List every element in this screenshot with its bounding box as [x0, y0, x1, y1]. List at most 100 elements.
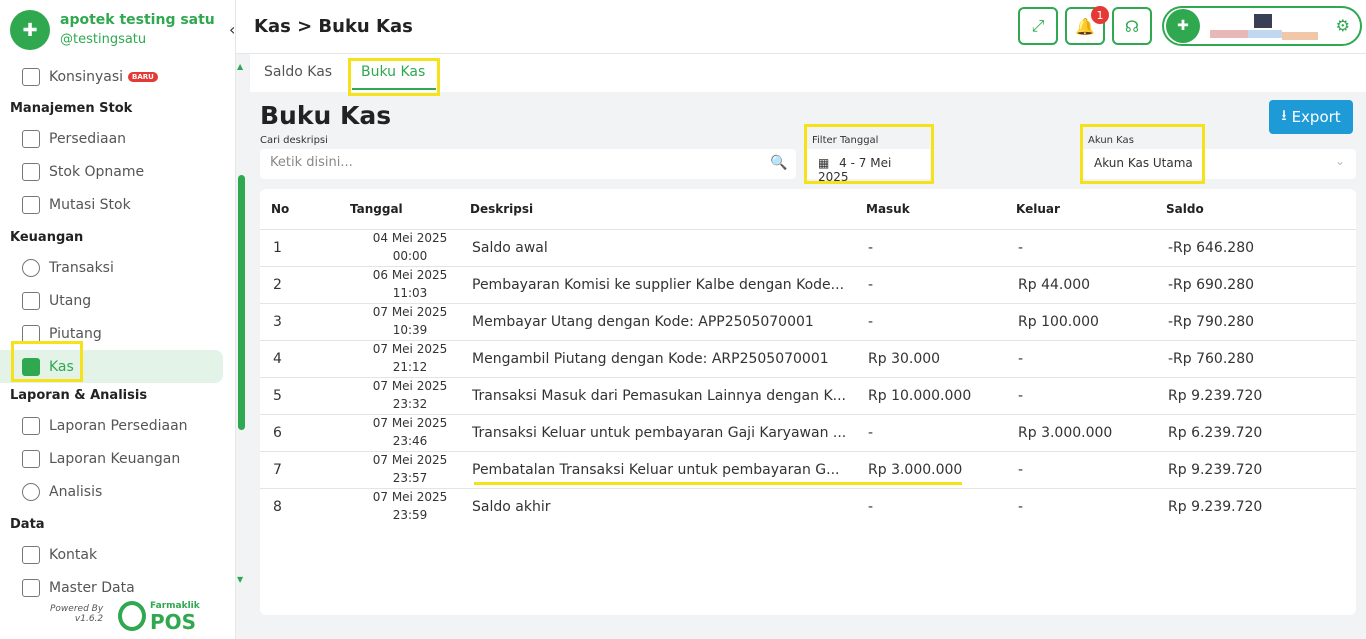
- cell-masuk: Rp 10.000.000: [868, 388, 972, 404]
- notification-button[interactable]: 🔔 1: [1065, 6, 1109, 45]
- cell-keluar: -: [1018, 499, 1024, 515]
- sidebar-item-label: Konsinyasi: [49, 69, 124, 85]
- column-header-masuk: Masuk: [866, 202, 910, 216]
- sidebar-item-label: Transaksi: [49, 259, 114, 276]
- cell-no: 8: [273, 499, 282, 515]
- cashbook-table: No Tanggal Deskripsi Masuk Keluar Saldo …: [260, 189, 1356, 615]
- cell-saldo: -Rp 760.280: [1168, 351, 1255, 367]
- sidebar-item-konsinyasi[interactable]: Konsinyasi BARU: [0, 62, 236, 92]
- cell-desc: Saldo awal: [472, 240, 548, 256]
- highlight-akun-kas: [1080, 124, 1205, 184]
- headset-icon: ☊: [1124, 16, 1140, 36]
- cell-masuk: -: [868, 425, 874, 441]
- cell-masuk: -: [868, 499, 874, 515]
- highlight-buku-kas-tab: [348, 58, 440, 96]
- cell-time: 00:00: [392, 249, 428, 263]
- sidebar-item-label: Laporan Keuangan: [49, 450, 181, 467]
- cell-masuk: Rp 30.000: [868, 351, 941, 367]
- cell-tanggal: 07 Mei 2025 23:32: [350, 377, 470, 413]
- chevron-down-icon[interactable]: ⌄: [1335, 154, 1345, 168]
- expand-icon: ⤢: [1031, 16, 1045, 35]
- cell-keluar: -: [1018, 351, 1024, 367]
- cell-keluar: Rp 100.000: [1018, 314, 1099, 330]
- cell-date: 07 Mei 2025: [372, 305, 448, 319]
- support-button[interactable]: ☊: [1112, 7, 1152, 45]
- report-icon: [22, 416, 40, 435]
- cell-date: 07 Mei 2025: [372, 416, 448, 430]
- cell-saldo: Rp 9.239.720: [1168, 388, 1263, 404]
- redacted-block: [1254, 14, 1272, 28]
- export-label: Export: [1291, 108, 1341, 126]
- avatar: ✚: [1166, 9, 1200, 43]
- cell-time: 23:46: [392, 434, 428, 448]
- cell-time: 23:59: [392, 508, 428, 522]
- sidebar-item-persediaan[interactable]: Persediaan: [0, 122, 236, 155]
- sidebar-item-label: Stok Opname: [49, 163, 145, 180]
- sidebar-item-transaksi[interactable]: Transaksi: [0, 251, 236, 284]
- sidebar-item-label: Master Data: [49, 579, 135, 596]
- sidebar-item-laporan-keuangan[interactable]: Laporan Keuangan: [0, 442, 236, 475]
- cell-saldo: Rp 9.239.720: [1168, 462, 1263, 478]
- cell-tanggal: 07 Mei 2025 23:59: [350, 488, 470, 524]
- cell-no: 7: [273, 462, 282, 478]
- section-keuangan: Keuangan: [10, 230, 84, 245]
- export-button[interactable]: ⭳ Export: [1269, 100, 1353, 134]
- sidebar-item-kontak[interactable]: Kontak: [0, 538, 236, 571]
- cell-keluar: Rp 3.000.000: [1018, 425, 1113, 441]
- sidebar-item-label: Piutang: [49, 325, 102, 342]
- cell-keluar: -: [1018, 462, 1024, 478]
- scroll-down-icon[interactable]: ▼: [237, 575, 243, 584]
- cell-desc: Mengambil Piutang dengan Kode: ARP250507…: [472, 351, 829, 367]
- sidebar-item-analisis[interactable]: Analisis: [0, 475, 236, 508]
- sidebar-item-laporan-persediaan[interactable]: Laporan Persediaan: [0, 409, 236, 442]
- cell-no: 4: [273, 351, 282, 367]
- clipboard-icon: [22, 162, 40, 181]
- sidebar-item-label: Laporan Persediaan: [49, 417, 188, 434]
- sidebar-item-stok-opname[interactable]: Stok Opname: [0, 155, 236, 188]
- sidebar-item-label: Mutasi Stok: [49, 196, 131, 213]
- cell-tanggal: 07 Mei 2025 23:46: [350, 414, 470, 450]
- table-row: 5 Transaksi Masuk dari Pemasukan Lainnya …: [260, 377, 1356, 414]
- receipt-icon: [22, 291, 40, 310]
- gear-icon[interactable]: ⚙: [1336, 16, 1350, 35]
- cell-saldo: Rp 6.239.720: [1168, 425, 1263, 441]
- column-header-tanggal: Tanggal: [350, 202, 403, 216]
- sidebar-item-label: Utang: [49, 292, 92, 309]
- sidebar-item-label: Persediaan: [49, 130, 127, 147]
- inventory-icon: [22, 129, 40, 148]
- tab-saldo-kas[interactable]: Saldo Kas: [264, 64, 332, 80]
- search-label: Cari deskripsi: [260, 135, 328, 146]
- cell-tanggal: 07 Mei 2025 23:57: [350, 451, 470, 487]
- report-icon: [22, 449, 40, 468]
- new-badge: BARU: [128, 72, 158, 82]
- version-text: v1.6.2: [74, 614, 104, 624]
- table-row: 8 Saldo akhir - - Rp 9.239.720 07 Mei 2025 23:…: [260, 488, 1356, 525]
- farmaklik-logo: Farmaklik POS: [118, 600, 200, 632]
- cell-tanggal: 06 Mei 2025 11:03: [350, 266, 470, 302]
- search-input[interactable]: Ketik disini...: [260, 149, 796, 179]
- cell-date: 07 Mei 2025: [372, 453, 448, 467]
- sidebar-scrollbar[interactable]: [238, 175, 245, 430]
- sidebar: ✚ apotek testing satu @testingsatu ‹ Kon…: [0, 0, 236, 639]
- cell-tanggal: 07 Mei 2025 10:39: [350, 303, 470, 339]
- cell-no: 3: [273, 314, 282, 330]
- scroll-up-icon[interactable]: ▲: [237, 62, 243, 71]
- user-menu[interactable]: ✚ ⚙: [1162, 6, 1362, 46]
- cell-desc: Transaksi Masuk dari Pemasukan Lainnya d…: [472, 388, 846, 404]
- column-header-no: No: [271, 202, 290, 216]
- sidebar-nav: Konsinyasi BARU Manajemen Stok Persediaa…: [0, 62, 236, 604]
- column-header-deskripsi: Deskripsi: [470, 202, 534, 216]
- sidebar-item-utang[interactable]: Utang: [0, 284, 236, 317]
- cell-masuk: -: [868, 314, 874, 330]
- fullscreen-button[interactable]: ⤢: [1018, 7, 1058, 45]
- redacted-block: [1282, 32, 1318, 40]
- brand-handle: @testingsatu: [60, 32, 147, 47]
- table-row: 4 Mengambil Piutang dengan Kode: ARP25050…: [260, 340, 1356, 377]
- collapse-sidebar-icon[interactable]: ‹: [229, 20, 235, 39]
- cell-date: 06 Mei 2025: [372, 268, 448, 282]
- search-icon[interactable]: 🔍: [770, 155, 787, 171]
- cell-desc: Transaksi Keluar untuk pembayaran Gaji K…: [472, 425, 847, 441]
- brand-name: apotek testing satu: [60, 12, 215, 28]
- sidebar-item-mutasi-stok[interactable]: Mutasi Stok: [0, 188, 236, 221]
- table-row: 3 Membayar Utang dengan Kode: APP25050700…: [260, 303, 1356, 340]
